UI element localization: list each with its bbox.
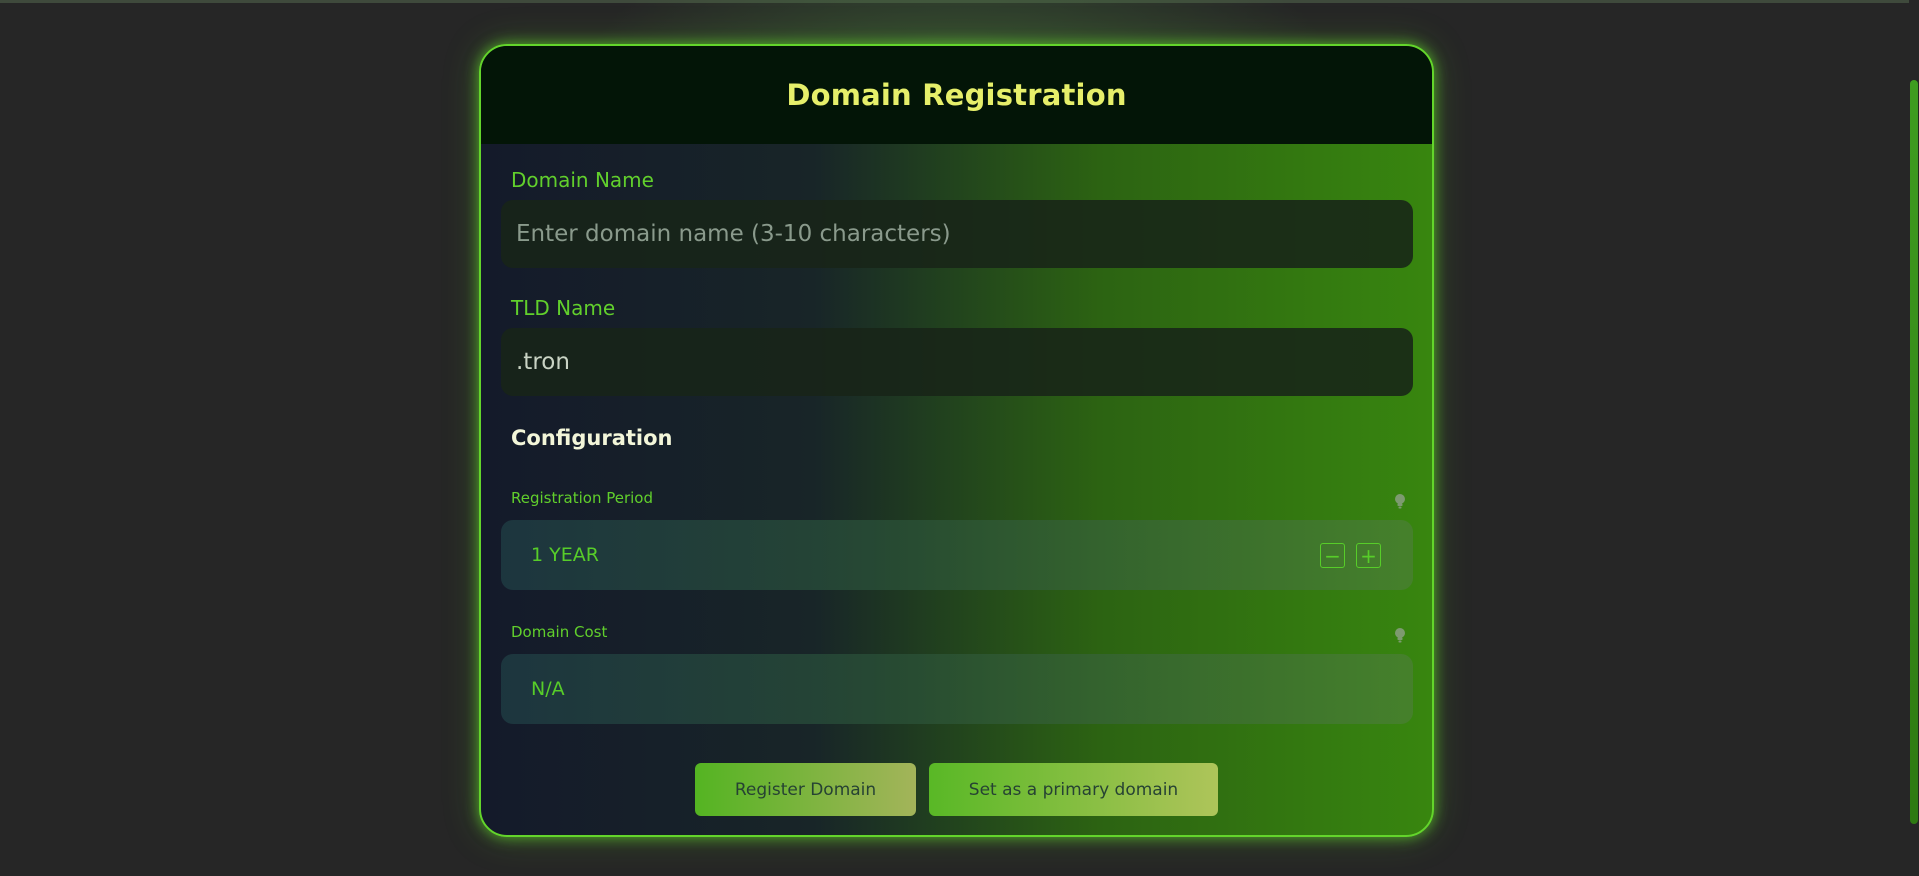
- registration-period-label: Registration Period: [511, 489, 653, 507]
- registration-period-field: 1 YEAR − +: [501, 520, 1413, 590]
- domain-registration-card: Domain Registration Domain Name TLD Name…: [479, 44, 1434, 837]
- scrollbar-track[interactable]: [1909, 0, 1919, 876]
- domain-name-input[interactable]: [501, 200, 1413, 268]
- domain-cost-field: N/A: [501, 654, 1413, 724]
- increment-period-button[interactable]: +: [1356, 543, 1381, 568]
- tld-name-input[interactable]: [501, 328, 1413, 396]
- registration-period-value: 1 YEAR: [531, 544, 599, 566]
- scrollbar-thumb[interactable]: [1910, 80, 1918, 824]
- register-domain-button[interactable]: Register Domain: [695, 763, 916, 816]
- card-header: Domain Registration: [481, 46, 1432, 144]
- tld-name-label: TLD Name: [511, 296, 616, 320]
- domain-name-label: Domain Name: [511, 168, 654, 192]
- lightbulb-icon[interactable]: [1394, 493, 1406, 509]
- decrement-period-button[interactable]: −: [1320, 543, 1345, 568]
- lightbulb-icon[interactable]: [1394, 627, 1406, 643]
- set-primary-domain-button[interactable]: Set as a primary domain: [929, 763, 1218, 816]
- domain-cost-label: Domain Cost: [511, 623, 608, 641]
- window-top-border: [0, 0, 1919, 3]
- domain-cost-value: N/A: [531, 678, 565, 700]
- configuration-heading: Configuration: [511, 426, 673, 450]
- page-title: Domain Registration: [786, 78, 1127, 112]
